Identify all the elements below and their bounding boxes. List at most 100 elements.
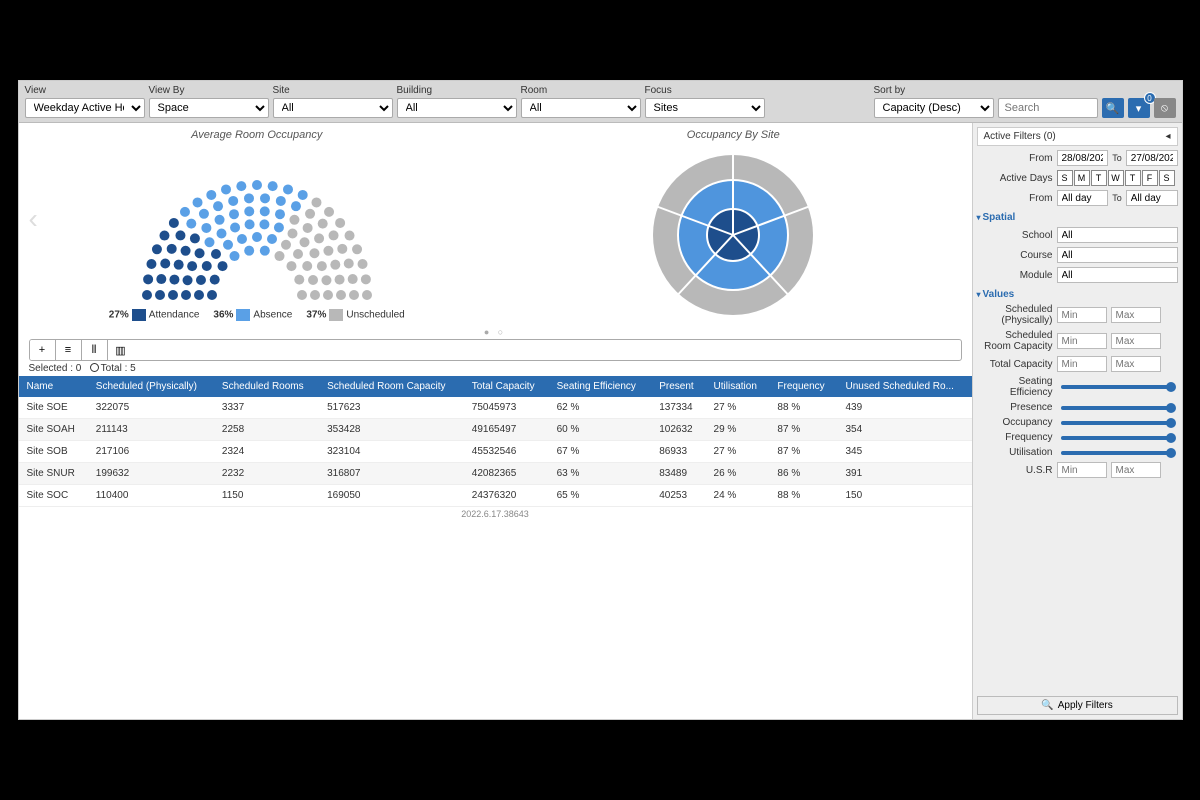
- data-table-wrap: NameScheduled (Physically)Scheduled Room…: [19, 376, 972, 507]
- table-row[interactable]: Site SOAH21114322583534284916549760 %102…: [19, 419, 972, 441]
- time-from-input[interactable]: [1057, 190, 1109, 206]
- table-row[interactable]: Site SNUR19963222323168074208236563 %834…: [19, 463, 972, 485]
- table-header[interactable]: Frequency: [769, 376, 837, 397]
- table-header[interactable]: Present: [651, 376, 705, 397]
- table-header[interactable]: Name: [19, 376, 88, 397]
- table-cell: 49165497: [464, 419, 549, 441]
- sched-cap-max[interactable]: [1111, 333, 1161, 349]
- list-view-button[interactable]: ≡: [56, 340, 82, 360]
- viewby-select[interactable]: Space: [149, 98, 269, 118]
- table-cell: 83489: [651, 463, 705, 485]
- site-select[interactable]: All: [273, 98, 393, 118]
- reset-button[interactable]: ⦸: [1154, 98, 1176, 118]
- total-cap-min[interactable]: [1057, 356, 1107, 372]
- table-cell: 199632: [88, 463, 214, 485]
- table-cell: 27 %: [706, 397, 770, 419]
- table-cell: 88 %: [769, 485, 837, 507]
- chart-pagination[interactable]: ● ○: [19, 327, 972, 337]
- seat-eff-slider[interactable]: [1061, 385, 1174, 389]
- room-select[interactable]: All: [521, 98, 641, 118]
- table-header[interactable]: Unused Scheduled Ro...: [838, 376, 972, 397]
- building-label: Building: [397, 85, 517, 96]
- search-input[interactable]: [998, 98, 1098, 118]
- usr-min[interactable]: [1057, 462, 1107, 478]
- add-button[interactable]: +: [30, 340, 56, 360]
- day-button[interactable]: S: [1057, 170, 1073, 186]
- table-row[interactable]: Site SOE32207533375176237504597362 %1373…: [19, 397, 972, 419]
- table-cell: 217106: [88, 441, 214, 463]
- table-cell: 62 %: [549, 397, 652, 419]
- table-cell: 45532546: [464, 441, 549, 463]
- view-label: View: [25, 85, 145, 96]
- table-header[interactable]: Scheduled Room Capacity: [319, 376, 464, 397]
- funnel-icon: ▾: [1136, 102, 1142, 115]
- barchart-icon: ▥: [115, 344, 125, 357]
- table-row[interactable]: Site SOC11040011501690502437632065 %4025…: [19, 485, 972, 507]
- table-cell: 88 %: [769, 397, 837, 419]
- table-header[interactable]: Scheduled Rooms: [214, 376, 319, 397]
- legend-item: 36%Absence: [213, 309, 292, 321]
- date-to-input[interactable]: [1126, 150, 1178, 166]
- sched-cap-min[interactable]: [1057, 333, 1107, 349]
- table-cell: 2258: [214, 419, 319, 441]
- school-input[interactable]: [1057, 227, 1178, 243]
- day-button[interactable]: T: [1091, 170, 1107, 186]
- table-header[interactable]: Utilisation: [706, 376, 770, 397]
- table-cell: 517623: [319, 397, 464, 419]
- day-button[interactable]: T: [1125, 170, 1141, 186]
- day-button[interactable]: F: [1142, 170, 1158, 186]
- frequency-slider[interactable]: [1061, 436, 1174, 440]
- table-header[interactable]: Seating Efficiency: [549, 376, 652, 397]
- table-cell: 63 %: [549, 463, 652, 485]
- table-header[interactable]: Total Capacity: [464, 376, 549, 397]
- apply-filters-button[interactable]: 🔍 Apply Filters: [977, 696, 1178, 715]
- active-filters-box[interactable]: Active Filters (0)◂: [977, 127, 1178, 146]
- selection-summary: Selected : 0 Total : 5: [29, 363, 962, 374]
- table-row[interactable]: Site SOB21710623243231044553254667 %8693…: [19, 441, 972, 463]
- day-button[interactable]: W: [1108, 170, 1124, 186]
- sortby-select[interactable]: Capacity (Desc): [874, 98, 994, 118]
- focus-select[interactable]: Sites: [645, 98, 765, 118]
- values-section[interactable]: Values: [977, 289, 1178, 300]
- table-cell: 211143: [88, 419, 214, 441]
- usr-max[interactable]: [1111, 462, 1161, 478]
- occupancy-slider[interactable]: [1061, 421, 1174, 425]
- table-header[interactable]: Scheduled (Physically): [88, 376, 214, 397]
- room-label: Room: [521, 85, 641, 96]
- table-cell: 87 %: [769, 419, 837, 441]
- utilisation-slider[interactable]: [1061, 451, 1174, 455]
- building-select[interactable]: All: [397, 98, 517, 118]
- table-cell: 2324: [214, 441, 319, 463]
- presence-slider[interactable]: [1061, 406, 1174, 410]
- viewby-label: View By: [149, 85, 269, 96]
- table-cell: 40253: [651, 485, 705, 507]
- day-button[interactable]: M: [1074, 170, 1090, 186]
- ban-icon: ⦸: [1161, 102, 1168, 115]
- focus-label: Focus: [645, 85, 765, 96]
- list-icon: ≡: [65, 344, 71, 356]
- table-cell: 60 %: [549, 419, 652, 441]
- view-mode-buttons: + ≡ ⦀ ▥: [29, 339, 962, 361]
- filter-button[interactable]: ▾ 0: [1128, 98, 1150, 118]
- column-view-button[interactable]: ⦀: [82, 340, 108, 360]
- course-input[interactable]: [1057, 247, 1178, 263]
- total-cap-max[interactable]: [1111, 356, 1161, 372]
- date-from-input[interactable]: [1057, 150, 1109, 166]
- day-button[interactable]: S: [1159, 170, 1175, 186]
- avg-chart-title: Average Room Occupancy: [191, 129, 322, 141]
- table-cell: 65 %: [549, 485, 652, 507]
- avg-occupancy-chart: Average Room Occupancy 27%Attendance36%A…: [29, 129, 486, 325]
- search-button[interactable]: 🔍: [1102, 98, 1124, 118]
- table-cell: Site SOB: [19, 441, 88, 463]
- chevron-left-icon[interactable]: ‹: [29, 203, 38, 235]
- sched-phys-min[interactable]: [1057, 307, 1107, 323]
- sched-phys-max[interactable]: [1111, 307, 1161, 323]
- time-to-input[interactable]: [1126, 190, 1178, 206]
- module-input[interactable]: [1057, 267, 1178, 283]
- table-cell: 24 %: [706, 485, 770, 507]
- table-cell: 87 %: [769, 441, 837, 463]
- spatial-section[interactable]: Spatial: [977, 212, 1178, 223]
- chart-view-button[interactable]: ▥: [108, 340, 134, 360]
- view-select[interactable]: Weekday Active Hours: [25, 98, 145, 118]
- table-cell: 316807: [319, 463, 464, 485]
